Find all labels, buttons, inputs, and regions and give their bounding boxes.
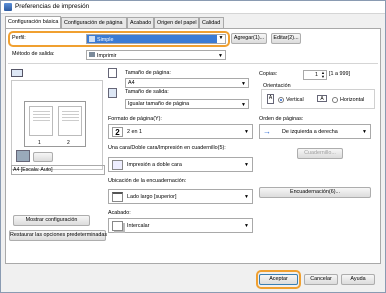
arrow-right-icon: → xyxy=(263,127,271,136)
binding-value: Lado largo [superior] xyxy=(127,194,177,200)
vertical-radio[interactable] xyxy=(278,97,284,103)
finishing-select[interactable]: Intercalar ▼ xyxy=(108,218,253,233)
horizontal-radio[interactable] xyxy=(332,97,338,103)
page-size-select[interactable]: A4 ▼ xyxy=(125,78,249,88)
page-order-value: De izquierda a derecha xyxy=(282,129,338,135)
binding-button[interactable]: Encuadernación(6)... xyxy=(259,187,371,198)
window-title: Preferencias de impresión xyxy=(15,3,90,10)
page-size-icon xyxy=(108,68,117,78)
output-size-label: Tamaño de salida: xyxy=(125,89,169,95)
add-profile-button[interactable]: Agregar(1)... xyxy=(231,33,267,44)
preview-page-2 xyxy=(58,106,82,136)
page-order-select[interactable]: → De izquierda a derecha ▼ xyxy=(259,124,371,139)
preview-sheet: 1 2 xyxy=(24,101,86,147)
preview-toggle-icon[interactable] xyxy=(11,69,23,77)
copies-input[interactable]: 1 ▲ ▼ xyxy=(303,70,327,80)
page-format-icon: 2 xyxy=(112,127,123,137)
duplex-value: Impresión a doble cara xyxy=(127,162,182,168)
copies-label: Copias: xyxy=(259,71,278,77)
duplex-icon xyxy=(112,160,123,170)
chevron-down-icon: ▼ xyxy=(362,129,367,135)
page-format-select[interactable]: 2 2 en 1 ▼ xyxy=(108,124,253,139)
page-format-value: 2 en 1 xyxy=(127,129,142,135)
vertical-label: Vertical xyxy=(286,97,304,103)
profile-icon xyxy=(89,36,95,42)
chevron-down-icon: ▼ xyxy=(241,102,246,108)
binding-label: Ubicación de la encuadernación: xyxy=(108,178,187,184)
page-size-label: Tamaño de página: xyxy=(125,70,171,76)
chevron-down-icon: ▼ xyxy=(244,162,249,168)
preview-status: A4 [Escala: Auto] xyxy=(11,165,105,175)
chevron-down-icon: ▼ xyxy=(218,53,223,59)
restore-defaults-button[interactable]: Restaurar las opciones predeterminadas xyxy=(9,230,107,241)
booklet-button[interactable]: Cuadernillo... xyxy=(297,148,343,159)
tab-page-setup[interactable]: Configuración de página xyxy=(61,17,127,28)
printer-icon xyxy=(89,52,95,57)
page-format-label: Formato de página(Y): xyxy=(108,116,162,122)
title-bar: Preferencias de impresión xyxy=(1,1,385,14)
duplex-select[interactable]: Impresión a doble cara ▼ xyxy=(108,157,253,172)
profile-select[interactable]: Simple ▼ xyxy=(86,34,226,44)
page-size-value: A4 xyxy=(128,80,135,86)
finishing-label: Acabado: xyxy=(108,210,131,216)
chevron-down-icon: ▼ xyxy=(241,81,246,87)
output-method-label: Método de salida: xyxy=(12,51,55,57)
copies-range: [1 a 999] xyxy=(329,71,350,77)
help-button[interactable]: Ayuda xyxy=(341,274,375,285)
tab-finishing[interactable]: Acabado xyxy=(127,17,154,28)
preview-mode-button[interactable] xyxy=(33,152,53,162)
collate-icon xyxy=(112,221,123,231)
printer-device-icon xyxy=(16,150,30,162)
finishing-value: Intercalar xyxy=(127,223,150,229)
tab-quality[interactable]: Calidad xyxy=(199,17,224,28)
chevron-down-icon: ▼ xyxy=(217,35,225,43)
divider xyxy=(8,63,378,64)
horizontal-label: Horizontal xyxy=(340,97,365,103)
show-configuration-button[interactable]: Mostrar configuración xyxy=(13,215,90,226)
chevron-down-icon: ▼ xyxy=(244,223,249,229)
profile-value: Simple xyxy=(97,37,114,43)
preview-page-1 xyxy=(29,106,53,136)
landscape-icon: A xyxy=(317,95,327,102)
cancel-button[interactable]: Cancelar xyxy=(304,274,338,285)
portrait-icon: A xyxy=(267,94,274,104)
tab-basic-settings[interactable]: Configuración básica xyxy=(5,16,61,28)
output-size-select[interactable]: Igualar tamaño de página ▼ xyxy=(125,99,249,109)
tab-paper-source[interactable]: Origen del papel xyxy=(154,17,199,28)
output-size-icon xyxy=(108,88,117,98)
output-method-select[interactable]: Imprimir ▼ xyxy=(86,50,226,60)
printer-icon xyxy=(4,3,12,11)
chevron-down-icon: ▼ xyxy=(244,129,249,135)
page-order-label: Orden de páginas: xyxy=(259,116,304,122)
output-size-value: Igualar tamaño de página xyxy=(128,101,190,107)
binding-select[interactable]: Lado largo [superior] ▼ xyxy=(108,189,253,204)
copies-value: 1 xyxy=(315,72,318,78)
duplex-label: Una cara/Doble cara/Impresión en cuadern… xyxy=(108,145,226,151)
edit-profile-button[interactable]: Editar(2)... xyxy=(271,33,301,44)
accept-button[interactable]: Aceptar xyxy=(259,274,298,285)
output-method-value: Imprimir xyxy=(97,53,117,59)
profile-label: Perfil: xyxy=(12,35,26,41)
binding-icon xyxy=(112,192,123,202)
copies-stepper[interactable]: ▲ ▼ xyxy=(321,71,325,79)
chevron-down-icon: ▼ xyxy=(244,194,249,200)
